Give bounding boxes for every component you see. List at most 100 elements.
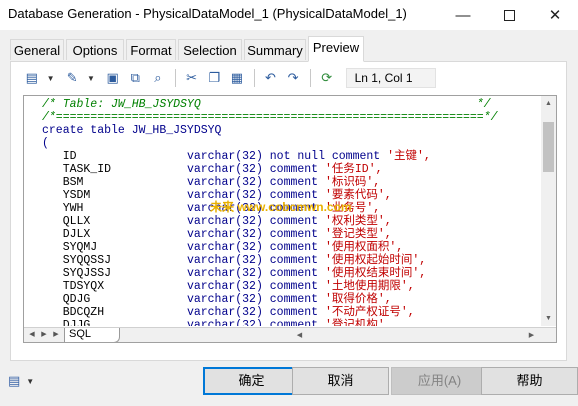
column-name: SYQMJ [42,241,187,254]
paste-icon[interactable]: ▦ [227,68,247,88]
first-tab-icon[interactable]: ◀ [26,329,38,341]
column-type: varchar(32) [186,228,270,241]
code-line: create table JW_HB_JSYDSYQ [42,124,222,137]
apply-button: 应用(A) [391,367,488,395]
code-line: ( [42,137,49,150]
column-type: varchar(32) [186,267,270,280]
column-type: varchar(32) [186,319,270,326]
code-line: DJJG varchar(32) comment '登记机构', [42,319,392,326]
code-line: SYQMJ varchar(32) comment '使用权面积', [42,241,404,254]
save-icon[interactable]: ▣ [103,68,123,88]
document-list-icon: ▤ [8,373,21,388]
redo-icon[interactable]: ↷ [283,68,303,88]
cursor-position: Ln 1, Col 1 [345,68,437,88]
minimize-button[interactable]: — [440,0,486,30]
document-list-icon[interactable]: ▤ [22,68,42,88]
save-all-icon[interactable]: ⧉ [125,68,145,88]
edit-icon[interactable]: ✎ [62,68,82,88]
chevron-down-icon[interactable]: ▼ [85,68,97,88]
column-name: QLLX [42,215,187,228]
code-line: QDJG varchar(32) comment '取得价格', [42,293,392,306]
horizontal-bar: ◀ ▶ ▶ SQL ◀ ▶ [24,327,556,342]
maximize-icon [503,9,515,21]
scroll-thumb[interactable] [543,122,554,172]
column-type: varchar(32) [186,293,270,306]
copy-icon[interactable]: ❐ [204,68,224,88]
column-type: varchar(32) [186,280,270,293]
code-line: TASK_ID varchar(32) comment '任务ID', [42,163,383,176]
column-name: SYQQSSJ [42,254,187,267]
code-line: QLLX varchar(32) comment '权利类型', [42,215,392,228]
column-name: DJLX [42,228,187,241]
column-name: TASK_ID [42,163,187,176]
scroll-down-icon[interactable]: ▼ [541,311,556,326]
scroll-right-icon[interactable]: ▶ [524,328,539,342]
code-line: ID varchar(32) not null comment '主键', [42,150,431,163]
close-icon: ✕ [548,7,562,24]
code-line: TDSYQX varchar(32) comment '土地使用期限', [42,280,415,293]
column-name: BSM [42,176,187,189]
editor-toolbar: ▤ ▼ ✎ ▼ ▣ ⧉ ⌕ ✂ ❐ ▦ ↶ ↷ ⟳ Ln 1, Col 1 [22,66,437,90]
tab-general[interactable]: General [10,39,64,60]
last-tab-icon[interactable]: ▶ [38,329,50,341]
code-line: SYQJSSJ varchar(32) comment '使用权结束时间', [42,267,427,280]
column-name: SYQJSSJ [42,267,187,280]
column-name: TDSYQX [42,280,187,293]
vertical-scrollbar[interactable]: ▲ ▼ [541,96,556,326]
column-comment: '任务ID', [324,163,383,176]
tab-options[interactable]: Options [66,39,124,60]
column-comment: '土地使用期限', [324,280,415,293]
next-tab-icon[interactable]: ▶ [50,329,62,341]
column-type: varchar(32) [186,254,270,267]
sql-editor[interactable]: /* Table: JW_HB_JSYDSYQ *//*============… [23,95,557,343]
tab-selection[interactable]: Selection [178,39,242,60]
window-title: Database Generation - PhysicalDataModel_… [8,6,407,21]
tab-strip: General Options Format Selection Summary… [10,36,570,62]
sql-sheet-tab[interactable]: SQL [64,328,120,342]
scroll-up-icon[interactable]: ▲ [541,96,556,111]
column-comment: '不动产权证号', [324,306,415,319]
column-comment: '权利类型', [324,215,392,228]
column-name: BDCQZH [42,306,187,319]
cancel-button[interactable]: 取消 [292,367,389,395]
scroll-left-icon[interactable]: ◀ [292,328,307,342]
refresh-icon[interactable]: ⟳ [317,68,337,88]
column-comment: '使用权起始时间', [324,254,427,267]
column-comment: '使用权面积', [324,241,404,254]
title-bar: Database Generation - PhysicalDataModel_… [0,0,578,30]
column-type: varchar(32) [186,215,270,228]
column-type: varchar(32) [186,241,270,254]
code-line: BDCQZH varchar(32) comment '不动产权证号', [42,306,415,319]
column-comment: '登记类型', [324,228,392,241]
watermark: 未来 www.cobcmwn.com [210,200,352,214]
tab-summary[interactable]: Summary [244,39,306,60]
column-type: varchar(32) [186,176,270,189]
ok-button[interactable]: 确定 [203,367,300,395]
cut-icon[interactable]: ✂ [182,68,202,88]
column-comment: '取得价格', [324,293,392,306]
tab-format[interactable]: Format [126,39,176,60]
undo-icon[interactable]: ↶ [261,68,281,88]
column-type: varchar(32) [186,306,270,319]
column-comment: '主键', [387,150,431,163]
close-button[interactable]: ✕ [532,0,578,30]
toolbar-separator [309,69,311,87]
column-type: varchar(32) [186,150,270,163]
code-line: DJLX varchar(32) comment '登记类型', [42,228,392,241]
column-name: QDJG [42,293,187,306]
column-comment: '使用权结束时间', [324,267,427,280]
maximize-button[interactable] [486,0,532,30]
code-line: SYQQSSJ varchar(32) comment '使用权起始时间', [42,254,427,267]
column-comment: '登记机构', [324,319,392,326]
tab-preview[interactable]: Preview [308,36,364,62]
column-name: ID [42,150,187,163]
code-line: BSM varchar(32) comment '标识码', [42,176,381,189]
chevron-down-icon: ▼ [26,376,35,386]
column-name: YWH [42,202,187,215]
find-icon[interactable]: ⌕ [148,68,168,88]
options-menu-button[interactable]: ▤ ▼ [8,372,42,390]
chevron-down-icon[interactable]: ▼ [45,68,57,88]
help-button[interactable]: 帮助 [481,367,578,395]
toolbar-separator [174,69,176,87]
column-name: YSDM [42,189,187,202]
